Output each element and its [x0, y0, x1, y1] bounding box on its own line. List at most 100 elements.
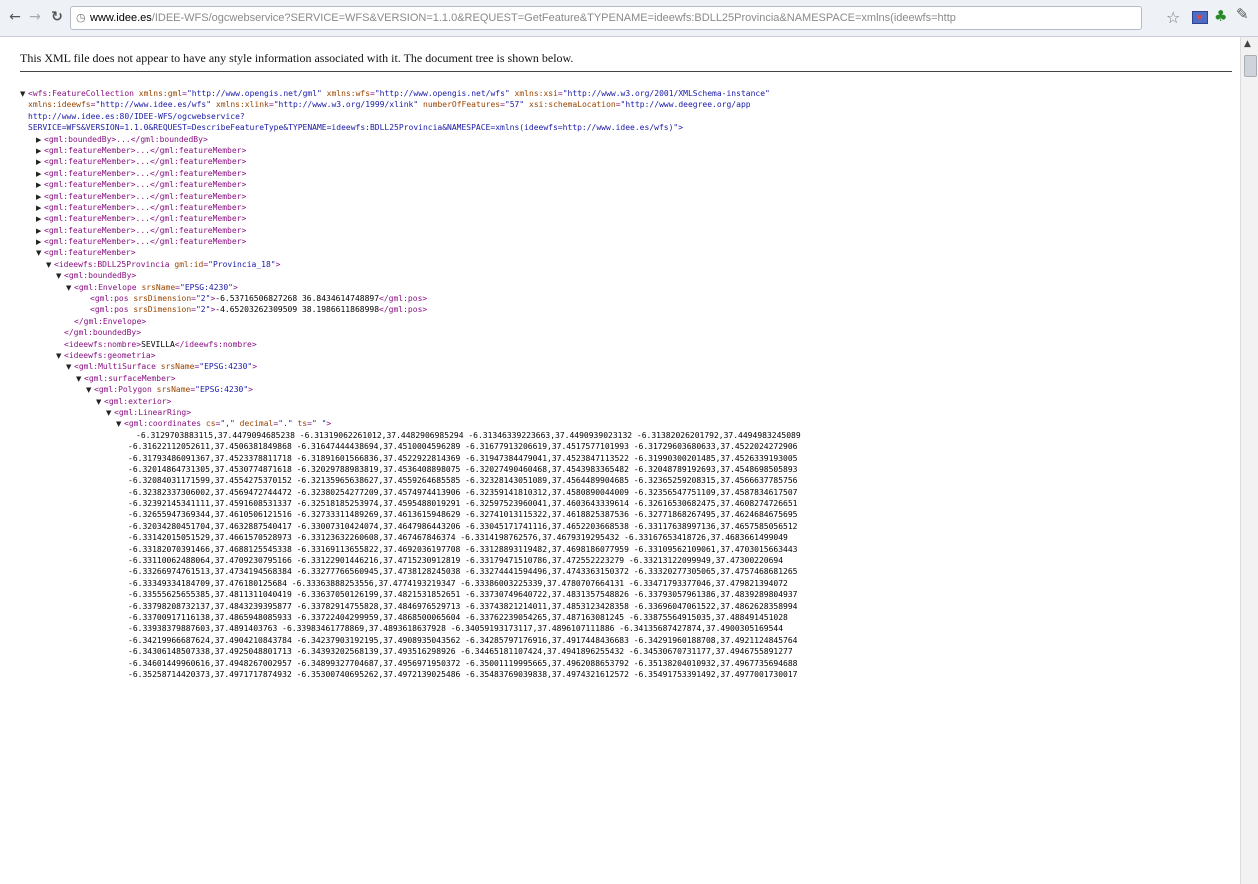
element-tag: </gml:Envelope> — [74, 316, 147, 326]
expand-triangle-icon[interactable]: ▼ — [106, 408, 114, 419]
element-tag: <ideewfs:geometria> — [64, 350, 156, 360]
coordinates-text-line: -6.31793486091367,37.4523378811718 -6.31… — [20, 453, 1235, 464]
surfaceMember-element[interactable]: ▼ <gml:surfaceMember> — [20, 373, 1235, 384]
root-tag: <wfs:FeatureCollection — [28, 89, 134, 98]
collapsed-node-text: <gml:featureMember>...</gml:featureMembe… — [44, 202, 247, 212]
collapsed-featureMember[interactable]: ▶ <gml:featureMember>...</gml:featureMemb… — [20, 213, 1235, 224]
address-bar[interactable]: ◷ www.idee.es/IDEE-WFS/ogcwebservice?SERV… — [70, 6, 1142, 30]
url-path: /IDEE-WFS/ogcwebservice?SERVICE=WFS&VERS… — [151, 12, 956, 24]
attr-name: srsDimension — [133, 294, 192, 304]
browser-toolbar: ← → ↻ ◷ www.idee.es/IDEE-WFS/ogcwebservic… — [0, 0, 1258, 37]
multisurface-element[interactable]: ▼ <gml:MultiSurface srsName="EPSG:4230"> — [20, 361, 1235, 372]
extension-icon[interactable] — [1192, 11, 1208, 24]
expanded-featureMember[interactable]: ▼ <gml:featureMember> — [20, 247, 1235, 258]
collapse-triangle-icon[interactable]: ▶ — [36, 214, 44, 225]
envelope-element[interactable]: ▼ <gml:Envelope srsName="EPSG:4230"> — [20, 282, 1235, 293]
coordinates-text-line: -6.33349334184709,37.476180125684 -6.333… — [20, 578, 1235, 589]
tree-root-attrs-line: xmlns:ideewfs="http://www.idee.es/wfs" x… — [28, 100, 751, 110]
element-tag: <gml:pos — [90, 294, 129, 304]
element-tag: <gml:boundedBy> — [64, 271, 137, 281]
coordinates-text-line: -6.32382337306002,37.4569472744472 -6.32… — [20, 487, 1235, 498]
attr-value: "http://www.w3.org/2001/XMLSchema-instan… — [562, 89, 770, 98]
attr-value: "." — [278, 419, 293, 429]
collapsed-node-text: <gml:featureMember>...</gml:featureMembe… — [44, 225, 247, 235]
reload-icon[interactable]: ↻ — [48, 8, 66, 26]
attr-value: "EPSG:4230" — [180, 282, 233, 292]
boundedBy-element[interactable]: ▼ <gml:boundedBy> — [20, 270, 1235, 281]
coordinates-text-line: -6.33700917116138,37.4865948085933 -6.33… — [20, 612, 1235, 623]
bookmark-star-icon[interactable]: ☆ — [1166, 8, 1180, 27]
expand-triangle-icon[interactable]: ▼ — [116, 419, 124, 430]
attr-value: "http://www.idee.es/wfs" — [95, 100, 212, 110]
attr-name: srsName — [141, 282, 176, 292]
collapse-triangle-icon[interactable]: ▶ — [36, 180, 44, 191]
coordinates-text: -6.32034280451704,37.4632887540417 -6.33… — [128, 521, 798, 531]
collapsed-boundedBy[interactable]: ▶ <gml:boundedBy>...</gml:boundedBy> — [20, 134, 1235, 145]
coordinates-text: -6.33110062488064,37.4709230795166 -6.33… — [128, 556, 784, 566]
element-tag: </ideewfs:nombre> — [174, 339, 257, 349]
schema-location-line: SERVICE=WFS&VERSION=1.1.0&REQUEST=Descri… — [20, 122, 1235, 133]
coordinates-text: -6.33798208732137,37.4843239395877 -6.33… — [128, 601, 798, 611]
attr-value: "http://www.w3.org/1999/xlink" — [273, 100, 419, 110]
collapsed-featureMember[interactable]: ▶ <gml:featureMember>...</gml:featureMemb… — [20, 225, 1235, 236]
attr-value: " " — [311, 419, 327, 429]
collapsed-node-text: <gml:featureMember>...</gml:featureMembe… — [44, 180, 247, 190]
pos-element: <gml:pos srsDimension="2">-4.65203262309… — [90, 305, 428, 315]
wrench-menu-icon[interactable]: ✎ — [1236, 5, 1249, 23]
scroll-up-arrow-icon[interactable]: ▲ — [1244, 39, 1251, 49]
element-tag: <gml:surfaceMember> — [84, 373, 176, 383]
attr-value: "57" — [504, 100, 525, 110]
tag-bracket: > — [275, 259, 281, 269]
expand-triangle-icon[interactable]: ▼ — [66, 283, 74, 294]
expand-triangle-icon[interactable]: ▼ — [36, 248, 44, 259]
page-content: This XML file does not appear to have an… — [0, 37, 1240, 884]
collapsed-featureMember[interactable]: ▶ <gml:featureMember>...</gml:featureMemb… — [20, 236, 1235, 247]
element-tag: <gml:featureMember> — [44, 248, 136, 258]
collapsed-featureMember[interactable]: ▶ <gml:featureMember>...</gml:featureMemb… — [20, 145, 1235, 156]
coordinates-text: -6.34601449960616,37.4948267002957 -6.34… — [128, 658, 798, 668]
coordinates-text-line: -6.33555625655385,37.4811311040419 -6.33… — [20, 589, 1235, 600]
coordinates-text: -6.35258714420373,37.4971717874932 -6.35… — [128, 669, 798, 679]
expand-triangle-icon[interactable]: ▼ — [96, 397, 104, 408]
expand-triangle-icon[interactable]: ▼ — [76, 374, 84, 385]
province-element[interactable]: ▼ <ideewfs:BDLL25Provincia gml:id="Provin… — [20, 259, 1235, 270]
linearring-element[interactable]: ▼ <gml:LinearRing> — [20, 407, 1235, 418]
expand-triangle-icon[interactable]: ▼ — [86, 385, 94, 396]
element-tag: <gml:exterior> — [104, 396, 172, 406]
element-tag: <gml:coordinates — [124, 419, 202, 429]
coordinates-text: -6.31793486091367,37.4523378811718 -6.31… — [128, 453, 798, 463]
collapsed-featureMember[interactable]: ▶ <gml:featureMember>...</gml:featureMemb… — [20, 156, 1235, 167]
expand-triangle-icon[interactable]: ▼ — [20, 89, 28, 100]
exterior-element[interactable]: ▼ <gml:exterior> — [20, 396, 1235, 407]
collapsed-featureMember[interactable]: ▶ <gml:featureMember>...</gml:featureMemb… — [20, 191, 1235, 202]
tree-root-line[interactable]: ▼ <wfs:FeatureCollection xmlns:gml="http:… — [20, 88, 1235, 99]
attr-value: "http://www.opengis.net/gml" — [186, 89, 322, 98]
coordinates-text: -6.34219966687624,37.4904210843784 -6.34… — [128, 635, 798, 645]
collapsed-featureMember[interactable]: ▶ <gml:featureMember>...</gml:featureMemb… — [20, 179, 1235, 190]
puzzle-extension-icon[interactable]: ♣ — [1214, 7, 1227, 25]
coordinates-text: -6.31297038831l5,37.4479094685238 -6.313… — [136, 430, 801, 440]
attr-value: "," — [220, 419, 235, 429]
coordinates-text-line: -6.33798208732137,37.4843239395877 -6.33… — [20, 601, 1235, 612]
back-arrow-icon[interactable]: ← — [6, 8, 24, 26]
expand-triangle-icon[interactable]: ▼ — [46, 260, 54, 271]
forward-arrow-icon[interactable]: → — [26, 8, 44, 26]
attr-value: "2" — [195, 294, 211, 304]
coordinates-text-line: -6.33142015051529,37.4661570528973 -6.33… — [20, 532, 1235, 543]
collapsed-node-text: <gml:featureMember>...</gml:featureMembe… — [44, 191, 247, 201]
coordinates-text-line: -6.33266974761513,37.4734194568384 -6.33… — [20, 566, 1235, 577]
coordinates-element[interactable]: ▼ <gml:coordinates cs="," decimal="." ts=… — [20, 418, 1235, 429]
collapsed-featureMember[interactable]: ▶ <gml:featureMember>...</gml:featureMemb… — [20, 168, 1235, 179]
expand-triangle-icon[interactable]: ▼ — [66, 362, 74, 373]
expand-triangle-icon[interactable]: ▼ — [56, 351, 64, 362]
coordinates-text: -6.33266974761513,37.4734194568384 -6.33… — [128, 567, 798, 577]
attr-name: numberOfFeatures — [423, 100, 501, 110]
scroll-thumb[interactable] — [1244, 55, 1257, 77]
coordinates-text: -6.32084031171599,37.4554275370152 -6.32… — [128, 476, 798, 486]
attr-name: xsi:schemaLocation — [529, 100, 616, 110]
polygon-element[interactable]: ▼ <gml:Polygon srsName="EPSG:4230"> — [20, 384, 1235, 395]
collapsed-featureMember[interactable]: ▶ <gml:featureMember>...</gml:featureMemb… — [20, 202, 1235, 213]
expand-triangle-icon[interactable]: ▼ — [56, 271, 64, 282]
geometria-element[interactable]: ▼ <ideewfs:geometria> — [20, 350, 1235, 361]
vertical-scrollbar[interactable]: ▲ — [1240, 37, 1258, 884]
